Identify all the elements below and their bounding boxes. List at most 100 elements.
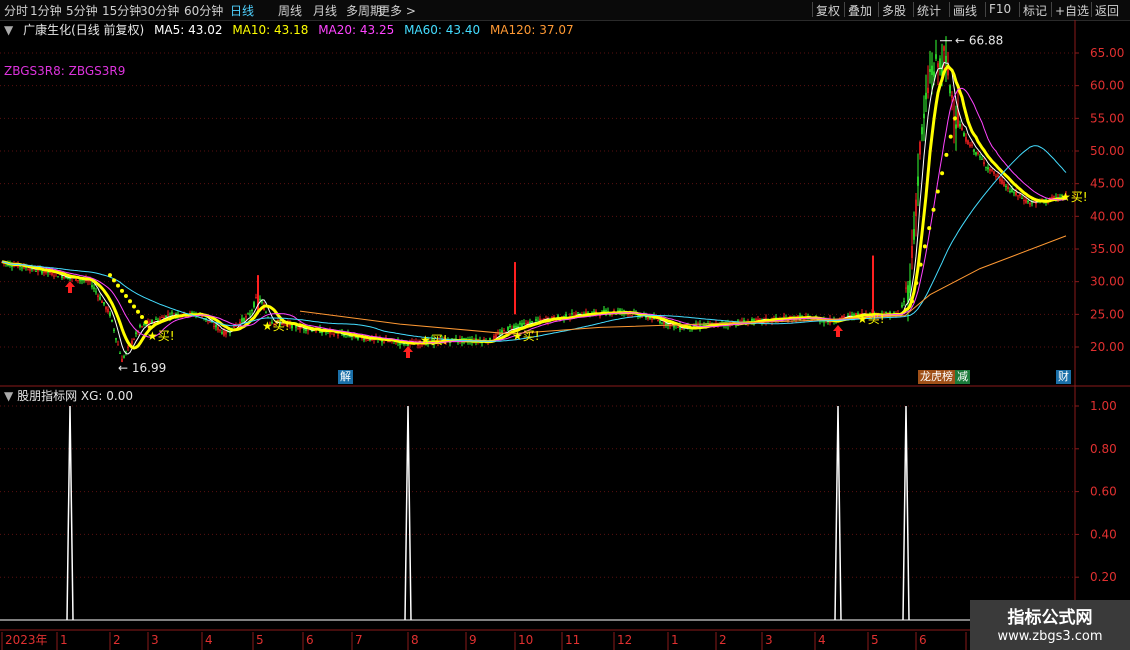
badge-jie[interactable]: 解: [338, 370, 353, 384]
price-tick-label: 45.00: [1090, 177, 1124, 191]
candle-body: [1011, 188, 1013, 192]
candle-body: [145, 324, 147, 326]
trend-dot: [144, 320, 148, 325]
price-tick-label: 20.00: [1090, 340, 1124, 354]
candle-body: [77, 280, 79, 282]
candle-body: [989, 169, 991, 171]
candle-body: [27, 269, 29, 271]
candle-body: [109, 312, 111, 317]
time-label: 6: [306, 633, 314, 647]
trend-dot: [124, 294, 128, 299]
candle-body: [593, 311, 595, 313]
trend-dot: [116, 283, 120, 288]
candle-body: [901, 305, 903, 307]
candle-body: [931, 65, 933, 75]
candle-body: [849, 314, 851, 316]
candle-body: [29, 268, 31, 271]
candle-body: [171, 312, 173, 314]
candle-body: [241, 318, 243, 322]
candle-body: [213, 325, 215, 327]
candle-body: [657, 320, 659, 322]
indicator-tick-label: 0.80: [1090, 442, 1117, 456]
chevron-down-icon[interactable]: ▼: [4, 389, 13, 403]
buy-marker: ★买!: [420, 333, 448, 347]
candle-body: [105, 306, 107, 310]
candle-body: [219, 329, 221, 331]
buy-marker: ★买!: [1060, 190, 1088, 204]
candle-body: [1029, 202, 1031, 205]
trend-dot: [948, 134, 953, 139]
candle-body: [991, 169, 993, 171]
trend-dot: [120, 288, 124, 293]
candle-body: [63, 276, 65, 279]
candle-body: [681, 328, 683, 330]
time-label: 7: [355, 633, 363, 647]
candle-body: [1021, 197, 1023, 199]
candle-body: [1027, 200, 1029, 203]
candle-body: [943, 46, 945, 51]
candle-body: [909, 280, 911, 293]
trend-dot: [944, 152, 949, 157]
low-price-label: ← 16.99: [118, 361, 166, 375]
badge-jian[interactable]: 减: [955, 370, 970, 384]
candle-body: [963, 133, 965, 137]
time-label: 3: [765, 633, 773, 647]
candle-body: [983, 162, 985, 165]
up-arrow-icon: [65, 281, 75, 293]
candle-body: [123, 356, 125, 358]
time-label: 3: [151, 633, 159, 647]
candle-body: [757, 319, 759, 321]
candle-body: [917, 176, 919, 186]
candle-body: [927, 87, 929, 94]
candle-body: [755, 318, 757, 321]
candle-body: [1019, 194, 1021, 196]
price-tick-label: 30.00: [1090, 275, 1124, 289]
candle-body: [1017, 195, 1019, 197]
trend-dot: [922, 244, 927, 249]
price-tick-label: 35.00: [1090, 242, 1124, 256]
indicator-tick-label: 0.40: [1090, 527, 1117, 541]
candle-body: [515, 325, 517, 328]
candle-body: [215, 324, 217, 328]
candle-body: [1003, 181, 1005, 187]
candle-body: [407, 344, 409, 347]
candle-body: [1013, 192, 1015, 194]
candle-body: [139, 324, 141, 327]
candle-body: [247, 313, 249, 315]
candle-body: [223, 330, 225, 336]
candle-body: [507, 326, 509, 331]
candle-body: [35, 270, 37, 272]
candle-body: [21, 267, 23, 269]
price-tick-label: 25.00: [1090, 307, 1124, 321]
badge-cai[interactable]: 财: [1056, 370, 1071, 384]
badge-longhubang[interactable]: 龙虎榜: [918, 370, 955, 384]
candle-body: [251, 310, 253, 312]
candle-body: [1001, 179, 1003, 184]
candle-body: [905, 287, 907, 289]
trend-dot: [108, 273, 112, 278]
candle-body: [911, 245, 913, 259]
time-label: 5: [256, 633, 264, 647]
candle-body: [161, 316, 163, 318]
trend-dot: [940, 171, 945, 176]
indicator-tick-label: 0.60: [1090, 485, 1117, 499]
candle-body: [523, 322, 525, 325]
candle-body: [959, 124, 961, 127]
candle-body: [141, 326, 143, 328]
candle-body: [841, 315, 843, 319]
candle-body: [925, 92, 927, 100]
candle-body: [11, 266, 13, 268]
candle-body: [965, 137, 967, 142]
price-tick-label: 65.00: [1090, 46, 1124, 60]
candle-body: [923, 113, 925, 119]
candle-body: [1007, 186, 1009, 190]
candle-body: [969, 144, 971, 147]
candle-body: [531, 321, 533, 323]
candle-body: [61, 275, 63, 278]
time-label: 10: [518, 633, 533, 647]
candle-body: [47, 271, 49, 273]
buy-marker: ★买!: [262, 319, 290, 333]
candle-body: [1023, 200, 1025, 202]
kline-chart[interactable]: 65.00 60.00 55.00 50.00 45.00 40.00 35.00 30.00…: [0, 0, 1130, 650]
candle-body: [155, 318, 157, 320]
